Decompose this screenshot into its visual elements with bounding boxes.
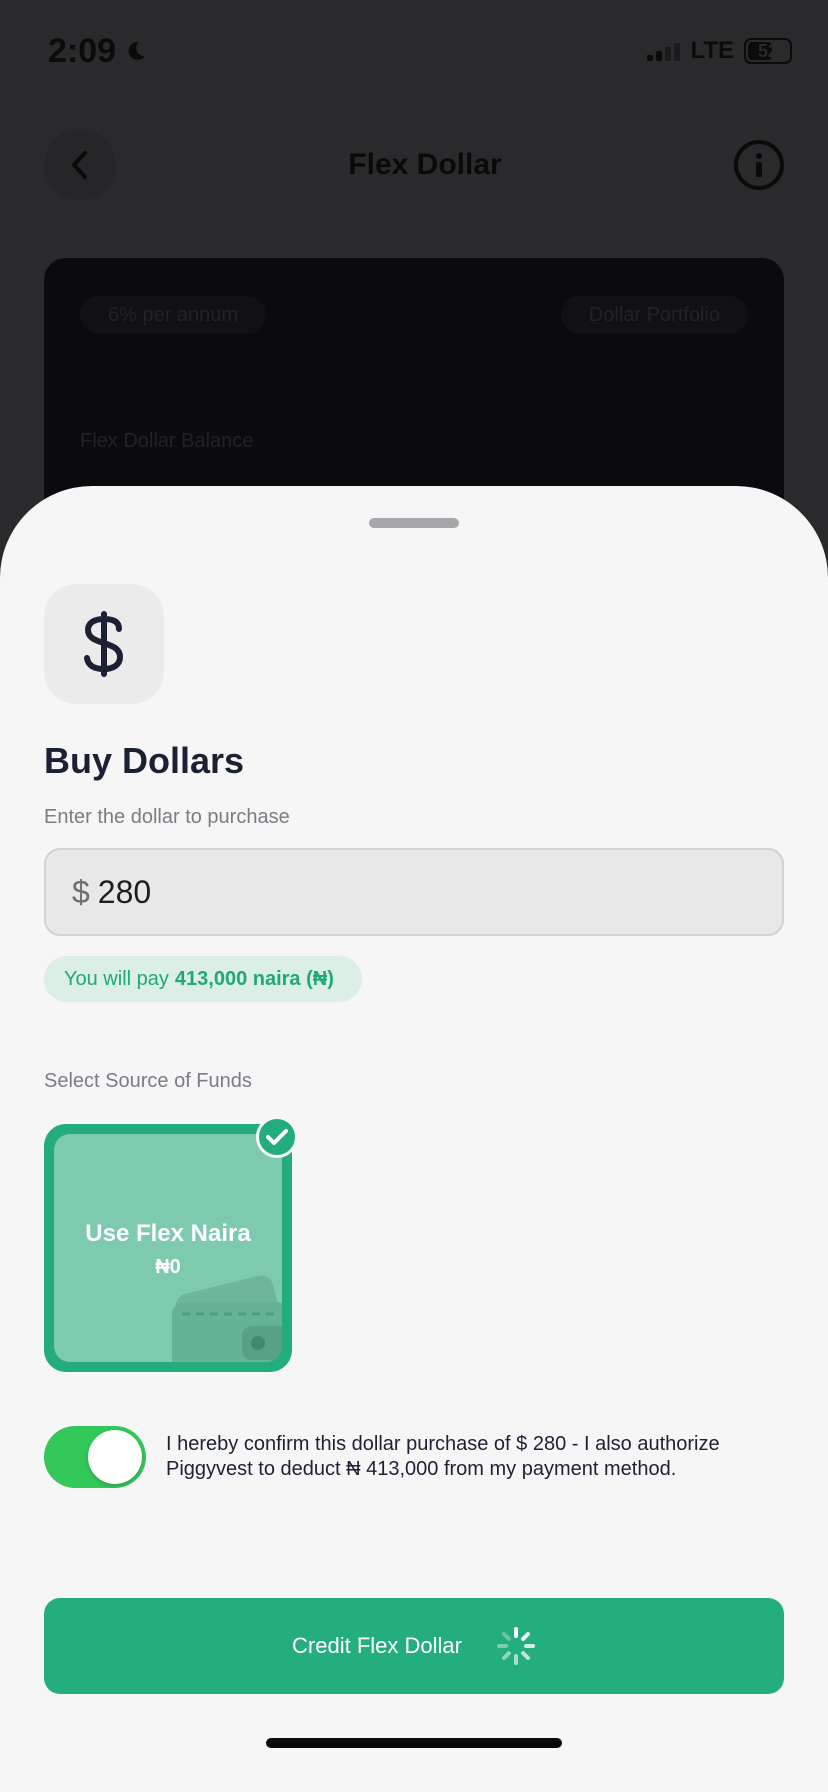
pay-notice-prefix: You will pay	[64, 967, 169, 990]
pay-notice: You will pay 413,000 naira (₦)	[44, 956, 362, 1002]
chevron-left-icon	[72, 151, 87, 179]
signal-icon	[647, 41, 681, 61]
status-time: 2:09	[48, 31, 117, 70]
dollar-amount-input[interactable]: $ 280	[44, 848, 784, 936]
network-label: LTE	[690, 37, 734, 64]
fund-option-flex-naira[interactable]: Use Flex Naira ₦0	[44, 1124, 292, 1372]
page-title: Flex Dollar	[348, 148, 502, 181]
info-icon	[755, 153, 762, 177]
toggle-knob	[88, 1430, 142, 1484]
pay-notice-amount: 413,000 naira (₦)	[174, 967, 334, 990]
fund-option-title: Use Flex Naira	[85, 1220, 251, 1247]
status-bar: 2:09 LTE 52	[48, 30, 792, 72]
source-of-funds-label: Select Source of Funds	[44, 1070, 252, 1092]
check-icon	[266, 1129, 288, 1145]
battery-level: 52	[757, 40, 779, 61]
currency-symbol: $	[72, 873, 90, 910]
interest-badge: 6% per annum	[80, 296, 267, 334]
confirm-text: I hereby confirm this dollar purchase of…	[166, 1433, 720, 1480]
buy-dollars-sheet: Buy Dollars Enter the dollar to purchase…	[0, 486, 828, 1792]
battery-icon: 52	[744, 38, 792, 64]
back-button[interactable]	[44, 129, 116, 201]
home-indicator	[266, 1738, 562, 1748]
loading-spinner-icon	[496, 1627, 535, 1665]
confirm-toggle[interactable]	[44, 1426, 146, 1488]
dollar-icon	[84, 611, 124, 677]
cta-label: Credit Flex Dollar	[292, 1633, 462, 1658]
selected-check-badge	[256, 1116, 298, 1158]
wallet-icon	[172, 1275, 282, 1362]
sheet-title: Buy Dollars	[44, 740, 245, 781]
moon-icon	[128, 41, 146, 60]
balance-label: Flex Dollar Balance	[80, 430, 254, 452]
credit-flex-dollar-button[interactable]: Credit Flex Dollar	[44, 1598, 784, 1694]
sheet-grabber[interactable]	[369, 518, 459, 528]
background-header: Flex Dollar	[44, 129, 784, 201]
dollar-tile	[44, 584, 164, 704]
amount-prompt: Enter the dollar to purchase	[44, 806, 290, 828]
info-button[interactable]	[733, 140, 784, 190]
portfolio-badge: Dollar Portfolio	[560, 296, 748, 334]
amount-value: 280	[97, 873, 152, 910]
